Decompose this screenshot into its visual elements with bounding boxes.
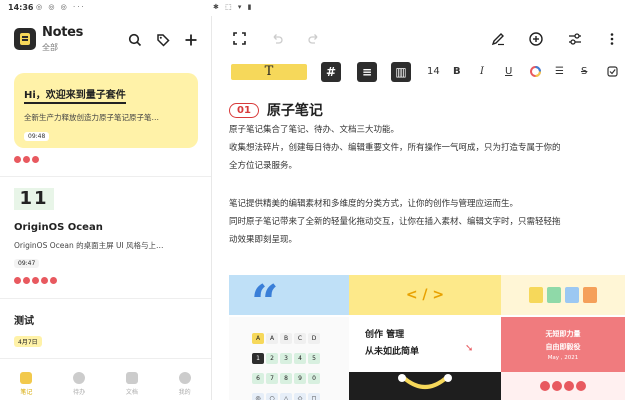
nav-todo[interactable]: 待办 bbox=[59, 370, 99, 400]
app-title: Notes bbox=[42, 25, 84, 40]
italic-button[interactable]: I bbox=[480, 66, 484, 77]
list-card-icon[interactable]: ≡ bbox=[357, 62, 377, 82]
keyboard-sticker[interactable]: AABCD 12345 67890 ◎ ○ △ ◇ ◻ bbox=[229, 317, 349, 400]
list-toolbar bbox=[127, 32, 199, 48]
nav-docs[interactable]: 文档 bbox=[112, 370, 152, 400]
divider bbox=[0, 176, 211, 177]
divider bbox=[0, 358, 211, 359]
document-icon bbox=[125, 372, 138, 384]
color-dots bbox=[501, 372, 625, 400]
more-options-icon[interactable] bbox=[609, 32, 615, 50]
note-timestamp: 4月7日 bbox=[14, 336, 42, 347]
handwriting-pen-icon[interactable] bbox=[491, 32, 505, 50]
heading-number-badge: 01 bbox=[229, 102, 259, 118]
code-icon: < / > bbox=[405, 287, 445, 303]
color-dots bbox=[14, 156, 39, 163]
status-notification-icons: ◎ ◎ ◎ ··· bbox=[36, 3, 86, 11]
heading-hash-icon[interactable]: # bbox=[321, 62, 341, 82]
undo-icon[interactable] bbox=[271, 32, 283, 48]
color-wheel-icon[interactable] bbox=[530, 66, 541, 80]
search-icon[interactable] bbox=[127, 32, 143, 48]
app-logo-icon bbox=[14, 28, 36, 50]
note-title[interactable]: OriginOS Ocean bbox=[14, 222, 103, 233]
bold-button[interactable]: B bbox=[453, 66, 461, 77]
color-dots bbox=[14, 277, 57, 284]
insert-add-icon[interactable] bbox=[529, 32, 543, 50]
arrow-down-icon: ➘ bbox=[465, 343, 474, 354]
paragraph[interactable]: 收集想法碎片，创建每日待办、编辑重要文件，所有操作一气呵成，只为打造专属于你的 bbox=[229, 140, 629, 157]
bottom-nav: 笔记 待办 文档 我的 bbox=[0, 370, 211, 400]
note-title: Hi，欢迎来到量子套件 bbox=[24, 86, 126, 104]
note-preview: 全新生产力释放创造力原子笔记原子笔… bbox=[24, 113, 159, 122]
quote-icon: “ bbox=[251, 275, 279, 315]
checkbox-icon[interactable] bbox=[607, 66, 618, 80]
fullscreen-icon[interactable] bbox=[233, 32, 246, 49]
sticker-text: 从未如此简单 bbox=[365, 347, 420, 357]
note-title[interactable]: 测试 bbox=[14, 312, 34, 327]
strikethrough-icon[interactable]: S bbox=[581, 66, 587, 77]
status-time: 14:36 bbox=[8, 3, 34, 12]
status-bar: 14:36 ◎ ◎ ◎ ··· ✱ ⬚ ▾ ▮ bbox=[0, 0, 640, 16]
toggle-graphic bbox=[398, 374, 452, 389]
nav-me[interactable]: 我的 bbox=[165, 370, 205, 400]
format-toolbar: T # ≡ ▥ 14 B I U ☰ S bbox=[229, 60, 634, 84]
redo-icon[interactable] bbox=[308, 32, 320, 48]
quote-card-sticker[interactable]: 无短即力量 自由即毅役 May , 2021 bbox=[501, 317, 625, 400]
check-circle-icon bbox=[73, 372, 86, 384]
folder-filter[interactable]: 全部 bbox=[42, 42, 58, 53]
adjust-sliders-icon[interactable] bbox=[568, 32, 582, 50]
underline-button[interactable]: U bbox=[505, 66, 512, 77]
doc-heading[interactable]: 01 原子笔记 bbox=[229, 100, 323, 120]
paragraph[interactable]: 全方位记录服务。 bbox=[229, 158, 629, 175]
layout-columns-icon[interactable]: ▥ bbox=[391, 62, 411, 82]
note-timestamp: 09:48 bbox=[24, 132, 50, 141]
note-card-welcome[interactable]: Hi，欢迎来到量子套件 全新生产力释放创造力原子笔记原子笔… 09:48 bbox=[14, 73, 198, 148]
tag-icon[interactable] bbox=[155, 32, 171, 48]
code-sticker[interactable]: < / > bbox=[349, 275, 501, 315]
text-style-button[interactable]: T bbox=[231, 64, 307, 80]
sticker-gallery: “ < / > AABCD 12345 67890 ◎ ○ △ ◇ ◻ 创作 管… bbox=[229, 275, 625, 400]
note-number-sticker: 11 bbox=[14, 188, 54, 210]
profile-icon bbox=[178, 372, 191, 384]
paragraph[interactable]: 同时原子笔记带来了全新的轻量化拖动交互，让你在插入素材、编辑文字时，只需轻轻拖 bbox=[229, 214, 629, 231]
quote-sticker[interactable]: “ bbox=[229, 275, 349, 315]
note-timestamp: 09:47 bbox=[14, 259, 40, 268]
align-icon[interactable]: ☰ bbox=[555, 66, 564, 77]
note-preview[interactable]: OriginOS Ocean 的桌面主屏 UI 风格与上… bbox=[14, 240, 200, 251]
paragraph[interactable]: 动效果即刻呈现。 bbox=[229, 232, 629, 249]
heading-text: 原子笔记 bbox=[266, 103, 323, 119]
font-size-value[interactable]: 14 bbox=[427, 66, 440, 77]
create-manage-sticker[interactable]: 创作 管理 从未如此简单 ➘ bbox=[349, 317, 501, 400]
add-note-icon[interactable] bbox=[183, 32, 199, 48]
sticker-text: 创作 管理 bbox=[365, 330, 405, 340]
mini-cards-sticker[interactable] bbox=[501, 275, 625, 315]
notes-list-panel: Notes 全部 Hi，欢迎来到量子套件 全新生产力释放创造力原子笔记原子笔… … bbox=[0, 16, 212, 400]
nav-notes[interactable]: 笔记 bbox=[6, 370, 46, 400]
divider bbox=[0, 298, 211, 299]
paragraph[interactable]: 笔记提供精美的编辑素材和多维度的分类方式，让你的创作与管理应运而生。 bbox=[229, 196, 629, 213]
editor-panel: T # ≡ ▥ 14 B I U ☰ S 01 原子笔记 原子笔记集合了笔记、待… bbox=[213, 16, 640, 400]
paragraph[interactable]: 原子笔记集合了笔记、待办、文档三大功能。 bbox=[229, 122, 629, 139]
notes-icon bbox=[20, 372, 33, 384]
